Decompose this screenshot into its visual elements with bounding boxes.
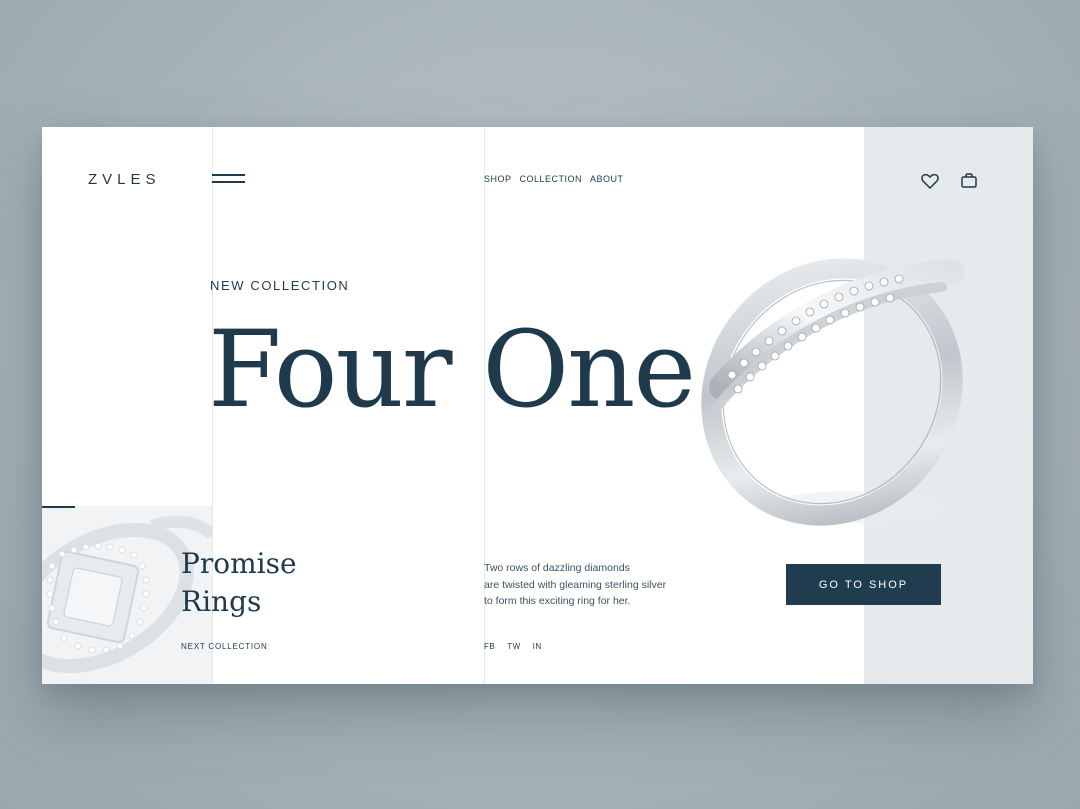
hamburger-line — [212, 181, 245, 183]
thumbnail-indicator — [42, 506, 75, 508]
ring-image — [652, 217, 972, 547]
hamburger-line — [212, 174, 245, 176]
social-link-in[interactable]: IN — [533, 642, 542, 651]
hamburger-icon[interactable] — [212, 173, 245, 185]
nav-link-shop[interactable]: SHOP — [484, 174, 512, 184]
go-to-shop-button[interactable]: GO TO SHOP — [786, 564, 941, 605]
brand-logo[interactable]: ZVLES — [88, 171, 161, 188]
product-description: Two rows of dazzling diamonds are twiste… — [484, 560, 674, 610]
social-link-fb[interactable]: FB — [484, 642, 495, 651]
hero-eyebrow: NEW COLLECTION — [210, 278, 350, 293]
social-link-tw[interactable]: TW — [507, 642, 520, 651]
shopping-bag-icon[interactable] — [959, 171, 979, 191]
collection-title-line: Rings — [181, 585, 262, 618]
heart-icon[interactable] — [920, 171, 940, 191]
hero-title: Four One — [208, 308, 696, 431]
social-links: FB TW IN — [484, 642, 542, 651]
description-line: are twisted with gleaming sterling silve… — [484, 578, 667, 591]
landing-page: ZVLES SHOP COLLECTION ABOUT NEW COLLECTI… — [42, 127, 1033, 684]
nav-link-about[interactable]: ABOUT — [590, 174, 624, 184]
description-line: to form this exciting ring for her. — [484, 595, 631, 607]
next-collection-link[interactable]: NEXT COLLECTION — [181, 642, 268, 651]
main-nav: SHOP COLLECTION ABOUT — [484, 174, 624, 184]
collection-title-line: Promise — [181, 547, 297, 580]
description-line: Two rows of dazzling diamonds — [484, 562, 630, 574]
collection-title: Promise Rings — [181, 545, 381, 621]
nav-link-collection[interactable]: COLLECTION — [520, 174, 583, 184]
